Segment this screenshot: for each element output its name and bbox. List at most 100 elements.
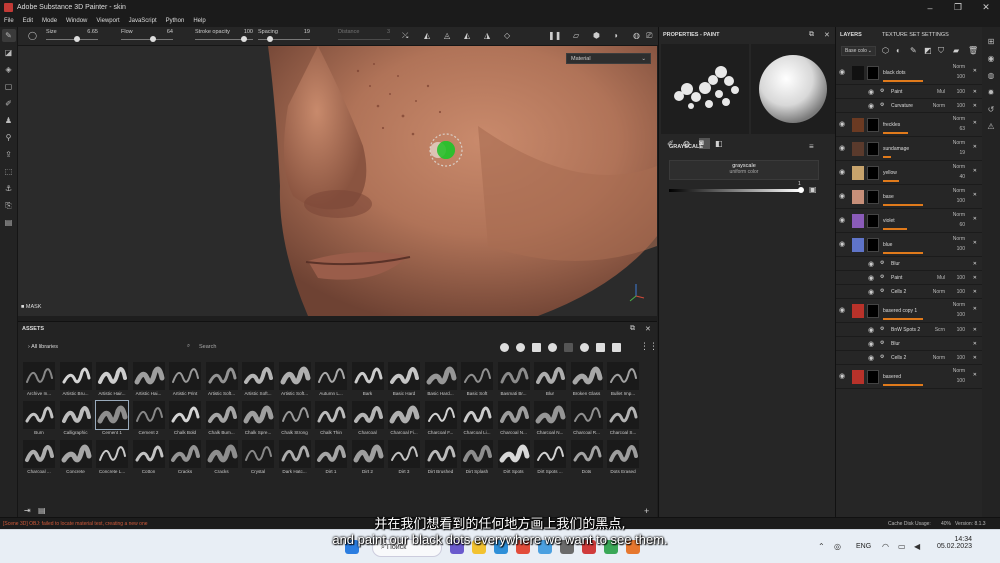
menu-python[interactable]: Python: [166, 18, 185, 24]
layer-mask-thumbnail[interactable]: [867, 118, 879, 132]
display-settings-icon[interactable]: ◉: [984, 52, 998, 65]
asset-tile[interactable]: Charcoal Li...: [460, 401, 494, 440]
layer-opacity[interactable]: 100: [957, 103, 965, 109]
stroke-opacity-slider[interactable]: Stroke opacity 100: [195, 29, 253, 44]
viewport-mode-select[interactable]: Material ⌄: [566, 53, 651, 64]
remove-icon[interactable]: ✕: [973, 68, 977, 74]
texture-set-list-icon[interactable]: ⊞: [984, 35, 998, 48]
layer-row[interactable]: ◉ basered Norm 100 ✕: [836, 365, 983, 389]
checkbox-icon[interactable]: ■: [21, 304, 24, 310]
add-mask-icon[interactable]: ◩: [924, 46, 932, 55]
color-picker-tool-icon[interactable]: ⚲: [2, 131, 16, 144]
layer-mask-thumbnail[interactable]: [867, 370, 879, 384]
tab-alpha-icon[interactable]: ◧: [715, 139, 723, 148]
asset-tile[interactable]: Dots: [570, 440, 604, 479]
visibility-eye-icon[interactable]: ◉: [868, 274, 874, 282]
maximize-icon[interactable]: ❐: [944, 0, 972, 15]
filter-masks-icon[interactable]: [532, 343, 541, 352]
visibility-eye-icon[interactable]: ◉: [839, 216, 845, 224]
spacing-slider[interactable]: Spacing 19: [258, 29, 310, 44]
anchor-tool-icon[interactable]: ⚓: [2, 182, 16, 195]
material-sphere-preview[interactable]: [751, 44, 835, 134]
filter-tools-icon[interactable]: [596, 343, 605, 352]
stroke-opacity-slider-knob[interactable]: [241, 36, 247, 42]
layer-mask-thumbnail[interactable]: [867, 66, 879, 80]
blend-mode[interactable]: Norm: [953, 140, 965, 146]
remove-icon[interactable]: ✕: [973, 355, 977, 361]
layer-opacity[interactable]: 100: [957, 275, 965, 281]
asset-tile[interactable]: Crystal: [241, 440, 275, 479]
grayscale-slider-knob[interactable]: [798, 187, 804, 193]
asset-tile[interactable]: Dirt 2: [351, 440, 385, 479]
grayscale-resource[interactable]: grayscale uniform color: [669, 160, 819, 180]
blend-mode[interactable]: Norm: [933, 103, 945, 109]
asset-tile[interactable]: Chalk Thin: [314, 401, 348, 440]
asset-tile[interactable]: Basmati Br...: [497, 362, 531, 401]
color-picker-icon[interactable]: ▣: [809, 185, 817, 194]
layer-opacity[interactable]: 100: [957, 378, 965, 384]
eraser-tool-icon[interactable]: ◪: [2, 46, 16, 59]
asset-tile[interactable]: Archive In...: [22, 362, 56, 401]
3d-viewport[interactable]: [18, 46, 657, 316]
asset-tile[interactable]: Dirt Brushed: [424, 440, 458, 479]
shelf-icon[interactable]: ▤: [2, 216, 16, 229]
remove-icon[interactable]: ✕: [973, 289, 977, 295]
remove-icon[interactable]: ✕: [973, 240, 977, 246]
asset-tile[interactable]: Cracks: [205, 440, 239, 479]
asset-tile[interactable]: Blur: [533, 362, 567, 401]
assets-search[interactable]: ⌕ Search: [184, 341, 484, 353]
visibility-eye-icon[interactable]: ◉: [868, 354, 874, 362]
layer-row[interactable]: ◉ violet Norm 60 ✕: [836, 209, 983, 233]
asset-tile[interactable]: Charcoal Fi...: [387, 401, 421, 440]
blend-mode[interactable]: Norm: [933, 289, 945, 295]
layer-opacity[interactable]: 60: [959, 222, 965, 228]
layer-effect-row[interactable]: ◉ ⚙ Paint Mul 100 ✕: [836, 271, 983, 285]
asset-tile[interactable]: Dark Hatc...: [278, 440, 312, 479]
layer-effect-row[interactable]: ◉ ⚙ Curvature Norm 100 ✕: [836, 99, 983, 113]
screenshot-icon[interactable]: ⎚: [646, 31, 652, 41]
add-folder-icon[interactable]: ▰: [953, 46, 959, 55]
menu-mode[interactable]: Mode: [42, 18, 57, 24]
layer-effect-row[interactable]: ◉ ⚙ Paint Mul 100 ✕: [836, 85, 983, 99]
asset-tile[interactable]: Artistic Print: [168, 362, 202, 401]
undock-icon[interactable]: ⧉: [630, 325, 635, 333]
asset-tile[interactable]: Calligraphic: [59, 401, 93, 440]
log-icon[interactable]: ⚠: [984, 120, 998, 133]
minimize-icon[interactable]: –: [916, 0, 944, 15]
asset-tile[interactable]: Basic Soft: [460, 362, 494, 401]
asset-tile[interactable]: Chalk Bum...: [205, 401, 239, 440]
layer-opacity[interactable]: 100: [957, 289, 965, 295]
add-paint-layer-icon[interactable]: ✎: [910, 46, 917, 55]
remove-icon[interactable]: ✕: [973, 168, 977, 174]
visibility-eye-icon[interactable]: ◉: [868, 288, 874, 296]
brush-shape-icon[interactable]: ◯: [28, 31, 37, 40]
menu-help[interactable]: Help: [193, 18, 205, 24]
alignment-icon[interactable]: ◭: [464, 31, 470, 40]
visibility-eye-icon[interactable]: ◉: [868, 102, 874, 110]
blend-mode[interactable]: Norm: [953, 236, 965, 242]
layer-row[interactable]: ◉ base Norm 100 ✕: [836, 185, 983, 209]
library-selector[interactable]: › All libraries: [28, 344, 58, 350]
asset-tile[interactable]: Charcoal N...: [533, 401, 567, 440]
flow-slider[interactable]: Flow 64: [121, 29, 173, 44]
geometry-mask-icon[interactable]: ⬚: [2, 165, 16, 178]
menu-file[interactable]: File: [4, 18, 14, 24]
export-icon[interactable]: ⎘: [2, 199, 16, 212]
render-icon[interactable]: ◑: [613, 31, 618, 40]
asset-tile[interactable]: Dirt Spots: [497, 440, 531, 479]
layer-effect-row[interactable]: ◉ ⚙ Blur ✕: [836, 257, 983, 271]
visibility-eye-icon[interactable]: ◉: [868, 260, 874, 268]
layer-opacity[interactable]: 19: [959, 150, 965, 156]
asset-tile[interactable]: Charcoal: [351, 401, 385, 440]
layer-opacity[interactable]: 100: [957, 74, 965, 80]
layer-row[interactable]: ◉ black dots Norm 100 ✕: [836, 61, 983, 85]
layer-row[interactable]: ◉ basered copy 1 Norm 100 ✕: [836, 299, 983, 323]
filter-particles-icon[interactable]: [580, 343, 589, 352]
layer-row[interactable]: ◉ freckles Norm 63 ✕: [836, 113, 983, 137]
filter-environments-icon[interactable]: [612, 343, 621, 352]
spacing-slider-knob[interactable]: [266, 36, 273, 42]
asset-tile[interactable]: Cement 2: [132, 401, 166, 440]
channel-select[interactable]: Base colo ⌄: [841, 46, 876, 56]
layer-row[interactable]: ◉ yellow Norm 40 ✕: [836, 161, 983, 185]
asset-tile[interactable]: Charcoal S...: [606, 401, 640, 440]
